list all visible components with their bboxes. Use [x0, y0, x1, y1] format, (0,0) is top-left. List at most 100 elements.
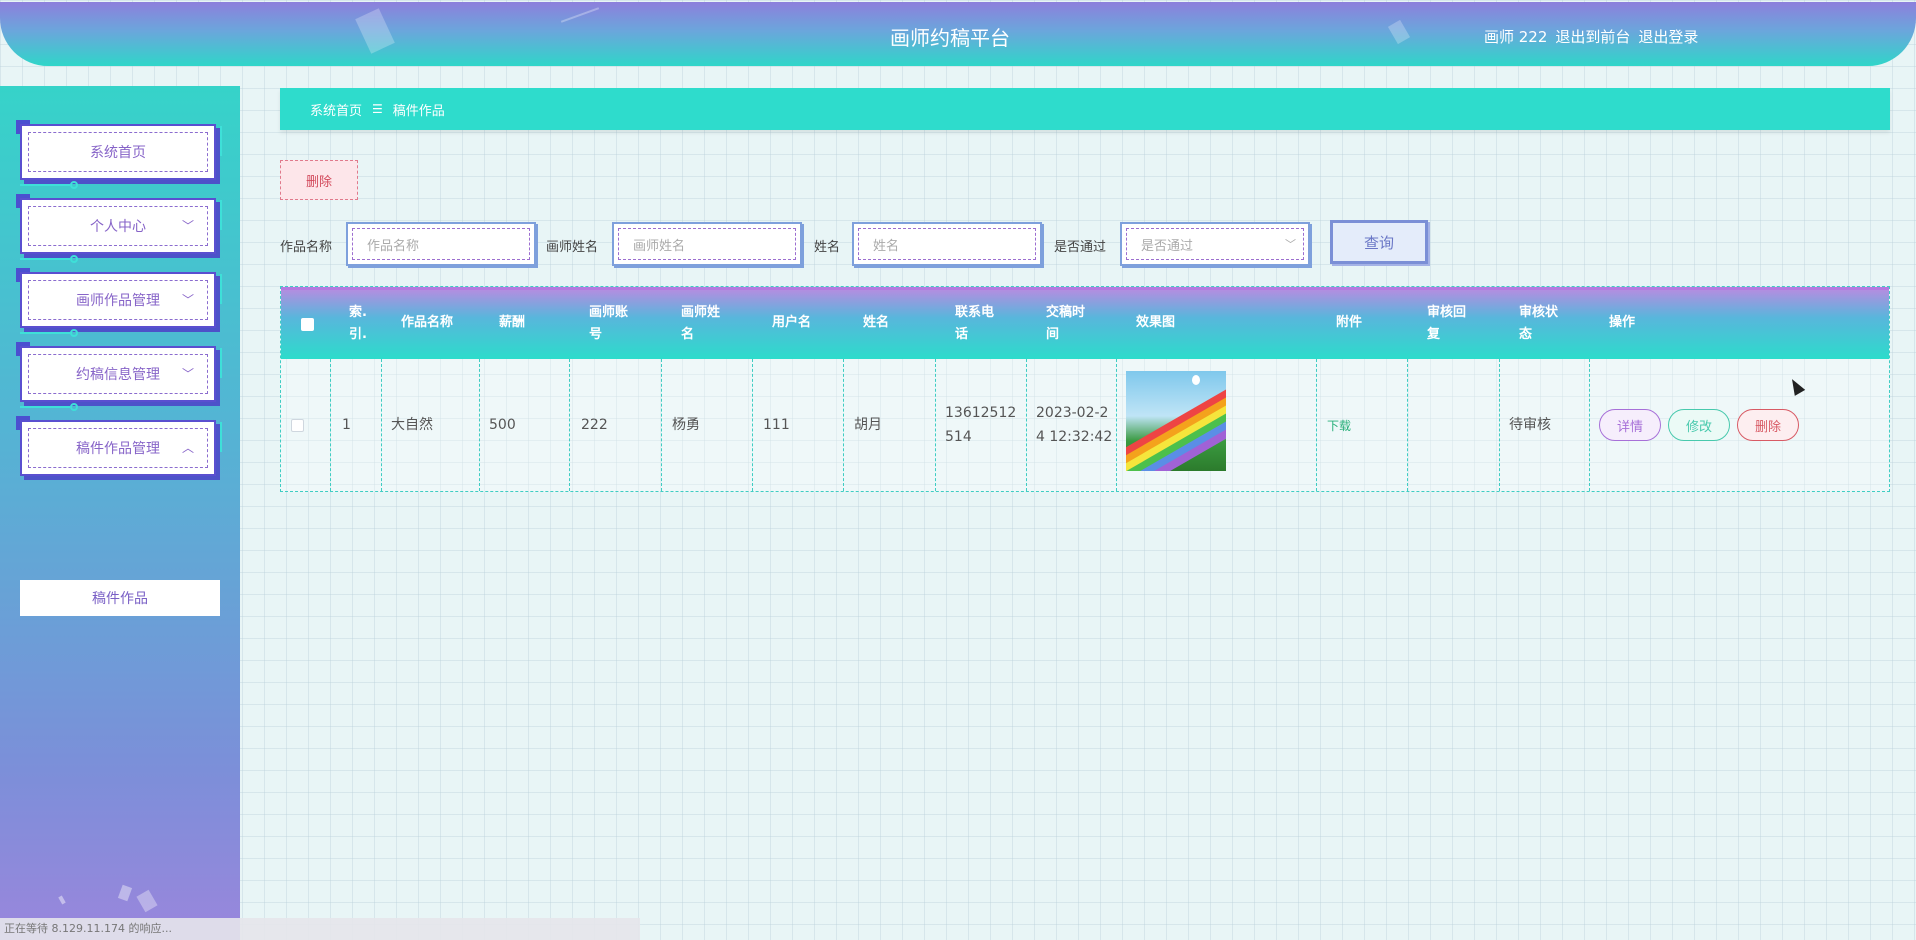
artist-name-input[interactable]: 画师姓名 — [612, 222, 802, 266]
th-pay: 薪酬 — [499, 315, 526, 330]
sidebar: 系统首页 个人中心 ﹀ 画师作品管理 ﹀ 约稿信息管理 ﹀ 稿件作品管理 ︿ 稿… — [0, 86, 240, 940]
select-all-checkbox[interactable] — [301, 318, 314, 331]
breadcrumb-home[interactable]: 系统首页 — [310, 100, 362, 119]
browser-status-bar: 正在等待 8.129.11.174 的响应... — [0, 918, 640, 940]
th-phone-line2: 话 — [955, 327, 969, 342]
frame-line — [216, 126, 222, 156]
th-submit-time: 交稿时 间 — [1046, 302, 1085, 346]
th-phone: 联系电 话 — [955, 302, 994, 346]
detail-button[interactable]: 详情 — [1599, 409, 1661, 441]
name-input[interactable]: 姓名 — [852, 222, 1042, 266]
table-row: 1 大自然 500 222 杨勇 111 胡月 13612512 514 202… — [281, 359, 1889, 491]
name-label: 姓名 — [814, 240, 841, 255]
work-name-placeholder: 作品名称 — [352, 228, 530, 260]
logout-link[interactable]: 退出登录 — [1638, 26, 1698, 47]
delete-button[interactable]: 删除 — [1737, 409, 1799, 441]
sidebar-item-label: 系统首页 — [28, 132, 208, 172]
effect-image-thumbnail[interactable] — [1126, 371, 1226, 471]
query-button[interactable]: 查询 — [1330, 220, 1428, 264]
th-work-name: 作品名称 — [401, 315, 454, 330]
th-effect-image: 效果图 — [1136, 315, 1176, 330]
row-checkbox[interactable] — [291, 419, 304, 432]
th-attachment: 附件 — [1336, 315, 1363, 330]
artist-name-label: 画师姓名 — [546, 240, 599, 255]
cell-submit-time-line2: 4 12:32:42 — [1036, 429, 1113, 445]
header-decoration — [560, 7, 600, 23]
cell-phone: 13612512 514 — [945, 401, 1016, 449]
work-name-input[interactable]: 作品名称 — [346, 222, 536, 266]
download-link[interactable]: 下载 — [1327, 414, 1351, 438]
frame-tail-dot — [70, 403, 78, 411]
th-review-status: 审核状 态 — [1519, 302, 1558, 346]
breadcrumb-current: 稿件作品 — [392, 103, 445, 119]
th-index-line1: 索. — [349, 305, 367, 320]
th-review-reply-line2: 复 — [1427, 327, 1441, 342]
header-decoration — [355, 8, 395, 54]
cell-artist-name: 杨勇 — [672, 417, 700, 433]
th-review-reply: 审核回 复 — [1427, 302, 1466, 346]
name-placeholder: 姓名 — [858, 228, 1036, 260]
th-submit-time-line2: 间 — [1046, 327, 1060, 342]
frame-tail-dot — [70, 181, 78, 189]
sidebar-item-commission-info[interactable]: 约稿信息管理 ﹀ — [16, 342, 222, 411]
passed-placeholder: 是否通过 — [1126, 228, 1304, 260]
frame-line — [216, 274, 222, 304]
cell-index: 1 — [342, 417, 351, 433]
cell-review-status: 待审核 — [1509, 417, 1551, 433]
th-operation: 操作 — [1609, 315, 1636, 330]
top-header: 画师约稿平台 画师 222 退出到前台 退出登录 — [0, 2, 1916, 66]
th-username: 用户名 — [772, 315, 812, 330]
artist-name-placeholder: 画师姓名 — [618, 228, 796, 260]
sidebar-item-label: 约稿信息管理 — [28, 354, 208, 394]
th-review-status-line1: 审核状 — [1519, 305, 1559, 320]
th-phone-line1: 联系电 — [955, 305, 995, 320]
th-artist-name-line1: 画师姓 — [681, 305, 721, 320]
passed-select[interactable]: 是否通过 ﹀ — [1120, 222, 1310, 266]
header-decoration — [1387, 19, 1411, 45]
edit-button[interactable]: 修改 — [1668, 409, 1730, 441]
frame-line — [216, 348, 222, 378]
th-submit-time-line1: 交稿时 — [1046, 305, 1086, 320]
user-label: 画师 222 — [1484, 28, 1548, 46]
frame-tail — [20, 406, 70, 408]
table-header: 索. 引. 作品名称 薪酬 画师账 号 画师姓 名 用户名 姓名 联系电 话 交… — [281, 287, 1889, 359]
sidebar-item-personal-center[interactable]: 个人中心 ﹀ — [16, 194, 222, 263]
th-review-status-line2: 态 — [1519, 327, 1533, 342]
chevron-down-icon: ﹀ — [182, 219, 195, 233]
chevron-down-icon: ﹀ — [182, 367, 195, 381]
frame-tail-dot — [70, 255, 78, 263]
frame-tail — [20, 258, 70, 260]
sidebar-item-label: 画师作品管理 — [28, 280, 208, 320]
sidebar-subitem-manuscript-works[interactable]: 稿件作品 — [20, 580, 220, 616]
batch-delete-button[interactable]: 删除 — [280, 160, 358, 200]
th-index-line2: 引. — [349, 327, 367, 342]
sidebar-item-home[interactable]: 系统首页 — [16, 120, 222, 189]
cell-phone-line2: 514 — [945, 429, 972, 445]
cell-artist-account: 222 — [581, 417, 608, 433]
cell-phone-line1: 13612512 — [945, 405, 1017, 421]
th-artist-account: 画师账 号 — [589, 302, 628, 346]
th-artist-name-line2: 名 — [681, 327, 695, 342]
sidebar-item-artist-works[interactable]: 画师作品管理 ﹀ — [16, 268, 222, 337]
cell-username: 111 — [763, 417, 790, 433]
sidebar-item-manuscript-works[interactable]: 稿件作品管理 ︿ — [16, 416, 222, 476]
frame-line — [216, 422, 222, 452]
back-to-front-link[interactable]: 退出到前台 — [1555, 26, 1630, 47]
frame-line — [216, 200, 222, 230]
cell-submit-time: 2023-02-2 4 12:32:42 — [1036, 401, 1112, 449]
chevron-down-icon: ﹀ — [1285, 238, 1296, 251]
chevron-down-icon: ﹀ — [182, 293, 195, 307]
th-index: 索. 引. — [349, 302, 367, 346]
balloon-icon — [1192, 375, 1200, 385]
sidebar-decoration — [117, 884, 133, 902]
frame-tail-dot — [70, 329, 78, 337]
breadcrumb-separator-icon: ☰ — [372, 102, 383, 116]
sidebar-decoration — [136, 889, 158, 913]
th-artist-account-line1: 画师账 — [589, 305, 629, 320]
th-artist-account-line2: 号 — [589, 327, 603, 342]
th-review-reply-line1: 审核回 — [1427, 305, 1467, 320]
cell-pay: 500 — [489, 417, 516, 433]
cell-submit-time-line1: 2023-02-2 — [1036, 405, 1109, 421]
user-area: 画师 222 退出到前台 退出登录 — [1484, 26, 1698, 47]
th-artist-name: 画师姓 名 — [681, 302, 720, 346]
